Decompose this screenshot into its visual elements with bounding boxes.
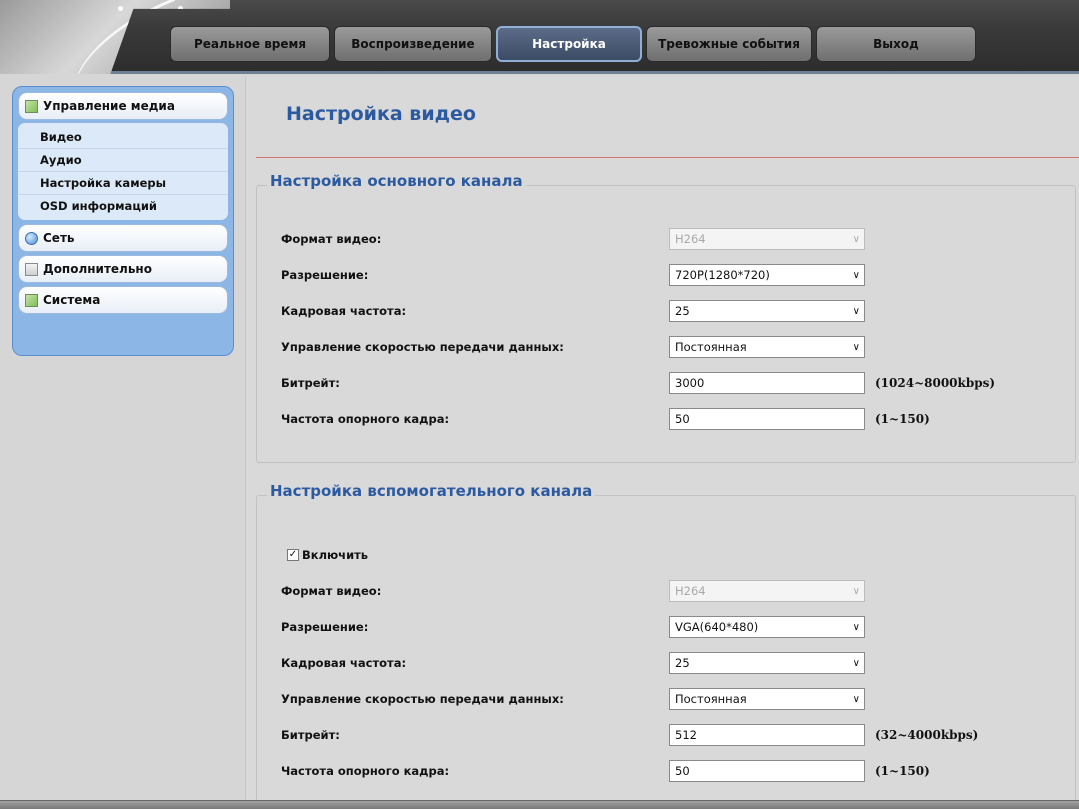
sub-frame-rate-row: Кадровая частота: 25 ∨ <box>281 652 865 674</box>
field-label: Кадровая частота: <box>281 304 407 318</box>
main-frame-rate-row: Кадровая частота: 25 ∨ <box>281 300 865 322</box>
sub-gop-hint: (1~150) <box>875 764 930 778</box>
select-value: Постоянная <box>675 340 747 354</box>
logo-dot <box>118 6 123 11</box>
sidebar-section-advanced[interactable]: Дополнительно <box>18 255 228 283</box>
select-value: 25 <box>675 656 690 670</box>
main-gop-input[interactable]: 50 <box>669 408 865 430</box>
select-value: 720P(1280*720) <box>675 268 770 282</box>
main-video-format-row: Формат видео: H264 ∨ <box>281 228 865 250</box>
sidebar-item-osd[interactable]: OSD информаций <box>18 195 228 217</box>
sub-bitrate-input[interactable]: 512 <box>669 724 865 746</box>
sub-channel-fieldset: Настройка вспомогательного канала ✓ Вклю… <box>256 482 1076 805</box>
chevron-down-icon: ∨ <box>852 233 860 245</box>
network-icon <box>25 231 38 245</box>
main-frame-rate-select[interactable]: 25 ∨ <box>669 300 865 322</box>
main-gop-hint: (1~150) <box>875 412 930 426</box>
tab-playback[interactable]: Воспроизведение <box>334 26 492 62</box>
chevron-down-icon: ∨ <box>852 585 860 597</box>
top-bar: Реальное время Воспроизведение Настройка… <box>0 0 1079 74</box>
main-bitrate-row: Битрейт: 3000 (1024~8000kbps) <box>281 372 995 394</box>
sub-enable-row[interactable]: ✓ Включить <box>287 546 368 564</box>
field-label: Частота опорного кадра: <box>281 764 450 778</box>
sub-bitrate-row: Битрейт: 512 (32~4000kbps) <box>281 724 978 746</box>
field-label: Частота опорного кадра: <box>281 412 450 426</box>
chevron-down-icon: ∨ <box>852 657 860 669</box>
bottom-scrollbar[interactable] <box>0 800 1079 809</box>
tab-realtime[interactable]: Реальное время <box>170 26 330 62</box>
field-label: Кадровая частота: <box>281 656 407 670</box>
sub-gop-input[interactable]: 50 <box>669 760 865 782</box>
tab-exit[interactable]: Выход <box>816 26 976 62</box>
main-bitrate-input[interactable]: 3000 <box>669 372 865 394</box>
chevron-down-icon: ∨ <box>852 621 860 633</box>
sidebar-section-network[interactable]: Сеть <box>18 224 228 252</box>
field-label: Формат видео: <box>281 232 382 246</box>
field-label: Формат видео: <box>281 584 382 598</box>
main-channel-fieldset: Настройка основного канала Формат видео:… <box>256 172 1076 463</box>
field-label: Битрейт: <box>281 376 340 390</box>
field-label: Битрейт: <box>281 728 340 742</box>
content-area: Настройка видео Настройка основного кана… <box>245 77 1079 805</box>
sub-bitrate-hint: (32~4000kbps) <box>875 728 979 742</box>
main-resolution-select[interactable]: 720P(1280*720) ∨ <box>669 264 865 286</box>
sub-video-format-row: Формат видео: H264 ∨ <box>281 580 865 602</box>
main-gop-row: Частота опорного кадра: 50 (1~150) <box>281 408 930 430</box>
select-value: Постоянная <box>675 692 747 706</box>
select-value: H264 <box>675 584 706 598</box>
checkbox-label: Включить <box>302 548 369 562</box>
sidebar-submenu-media: Видео Аудио Настройка камеры OSD информа… <box>18 123 228 220</box>
sidebar-item-video[interactable]: Видео <box>18 126 228 149</box>
sidebar-section-label: Дополнительно <box>43 262 152 276</box>
tab-alarm-events[interactable]: Тревожные события <box>646 26 812 62</box>
advanced-icon <box>25 262 38 276</box>
page-title: Настройка видео <box>286 103 476 125</box>
chevron-down-icon: ∨ <box>852 693 860 705</box>
sidebar: Управление медиа Видео Аудио Настройка к… <box>12 86 234 356</box>
sub-rate-control-select[interactable]: Постоянная ∨ <box>669 688 865 710</box>
main-resolution-row: Разрешение: 720P(1280*720) ∨ <box>281 264 865 286</box>
select-value: 25 <box>675 304 690 318</box>
title-separator <box>256 157 1079 158</box>
sidebar-section-media[interactable]: Управление медиа <box>18 92 228 120</box>
select-value: VGA(640*480) <box>675 620 759 634</box>
sub-gop-row: Частота опорного кадра: 50 (1~150) <box>281 760 930 782</box>
sub-resolution-select[interactable]: VGA(640*480) ∨ <box>669 616 865 638</box>
sidebar-item-audio[interactable]: Аудио <box>18 149 228 172</box>
sub-enable-checkbox[interactable]: ✓ <box>287 549 299 561</box>
tab-settings[interactable]: Настройка <box>496 26 642 62</box>
field-label: Разрешение: <box>281 268 369 282</box>
media-icon <box>25 99 38 113</box>
sidebar-section-label: Управление медиа <box>43 99 175 113</box>
sub-frame-rate-select[interactable]: 25 ∨ <box>669 652 865 674</box>
sidebar-section-system[interactable]: Система <box>18 286 228 314</box>
main-rate-control-select[interactable]: Постоянная ∨ <box>669 336 865 358</box>
field-label: Управление скоростью передачи данных: <box>281 340 564 354</box>
sub-rate-control-row: Управление скоростью передачи данных: По… <box>281 688 865 710</box>
main-bitrate-hint: (1024~8000kbps) <box>875 376 996 390</box>
field-label: Управление скоростью передачи данных: <box>281 692 564 706</box>
logo-dot <box>178 6 183 11</box>
sidebar-section-label: Сеть <box>43 231 75 245</box>
chevron-down-icon: ∨ <box>852 269 860 281</box>
chevron-down-icon: ∨ <box>852 305 860 317</box>
main-rate-control-row: Управление скоростью передачи данных: По… <box>281 336 865 358</box>
sidebar-section-label: Система <box>43 293 101 307</box>
sidebar-item-camera-settings[interactable]: Настройка камеры <box>18 172 228 195</box>
field-label: Разрешение: <box>281 620 369 634</box>
sub-channel-legend: Настройка вспомогательного канала <box>267 482 596 500</box>
sub-resolution-row: Разрешение: VGA(640*480) ∨ <box>281 616 865 638</box>
main-nav: Реальное время Воспроизведение Настройка… <box>170 26 976 64</box>
select-value: H264 <box>675 232 706 246</box>
system-icon <box>25 293 38 307</box>
sub-video-format-select: H264 ∨ <box>669 580 865 602</box>
chevron-down-icon: ∨ <box>852 341 860 353</box>
main-video-format-select: H264 ∨ <box>669 228 865 250</box>
main-channel-legend: Настройка основного канала <box>267 172 526 190</box>
